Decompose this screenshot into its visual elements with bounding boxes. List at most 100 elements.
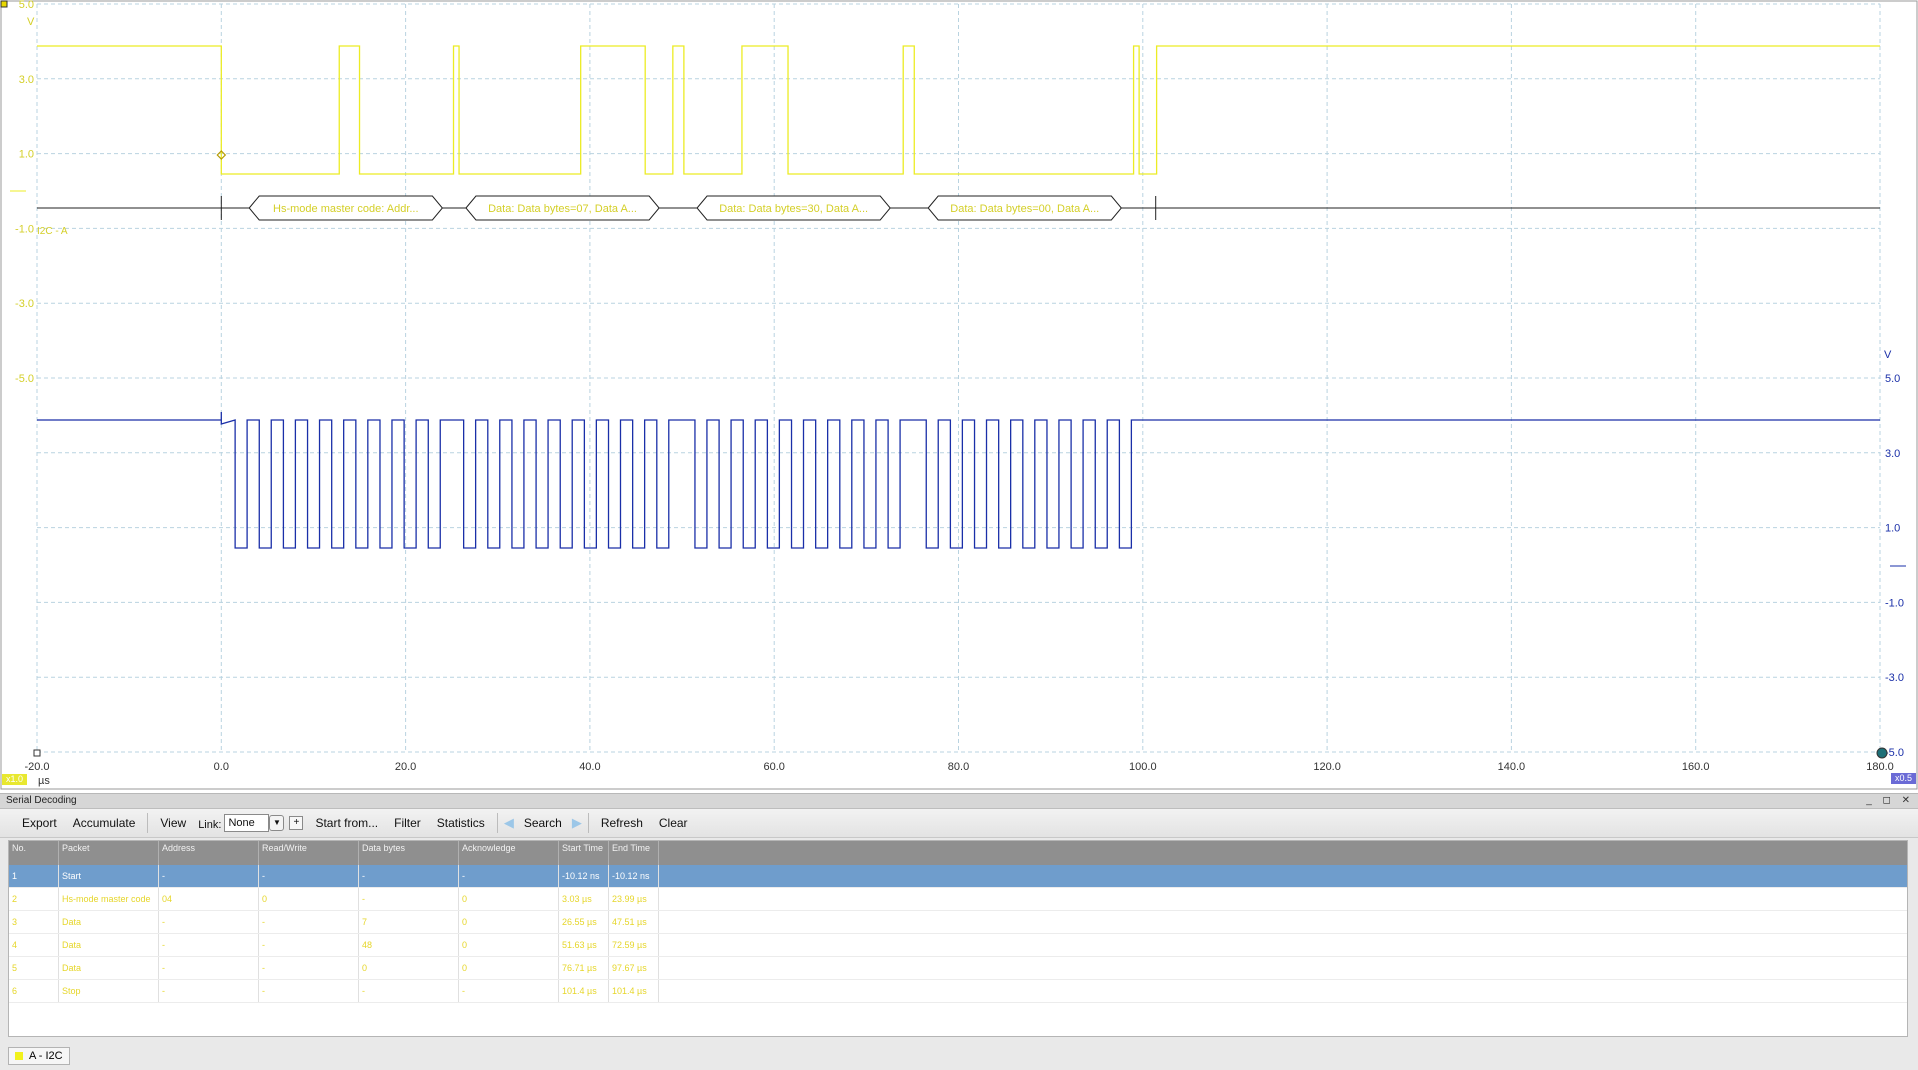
view-button[interactable]: View	[152, 816, 194, 830]
search-button[interactable]: Search	[516, 816, 570, 830]
waveform-plot[interactable]: -20.0 0.0 20.0 40.0 60.0 80.0 100.0 120.0 140.0 1…	[0, 0, 1918, 790]
link-select-value: None	[228, 817, 255, 829]
table-row[interactable]: 1 Start - - - - -10.12 ns -10.12 ns	[9, 865, 1907, 888]
channel-a-tick-label: -5.0	[15, 373, 34, 385]
table-cell: Stop	[59, 980, 159, 1002]
table-row[interactable]: 2 Hs-mode master code 04 0-0 3.03 µs 23.99 µs	[9, 888, 1907, 911]
column-header-acknowledge[interactable]: Acknowledge	[459, 841, 559, 865]
add-link-button[interactable]: +	[289, 816, 304, 830]
link-label: Link:	[198, 819, 222, 831]
decoded-packet-label: Hs-mode master code: Addr...	[273, 203, 419, 215]
tab-a-i2c[interactable]: A - I2C	[8, 1047, 70, 1065]
table-cell: 4	[9, 934, 59, 956]
table-cell: -	[259, 957, 359, 979]
table-cell: -	[159, 980, 259, 1002]
decoded-packet-label: Data: Data bytes=07, Data A...	[488, 203, 637, 215]
table-cell: 5	[9, 957, 59, 979]
channel-a-tick-label: -3.0	[15, 298, 34, 310]
table-header-row: No. Packet Address Read/Write Data bytes…	[9, 841, 1907, 865]
table-cell: -	[159, 934, 259, 956]
table-cell: 1	[9, 865, 59, 887]
statistics-button[interactable]: Statistics	[429, 816, 493, 830]
channel-color-swatch	[15, 1052, 23, 1060]
table-row[interactable]: 4 Data - -48 0 51.63 µs 72.59 µs	[9, 934, 1907, 957]
channel-b-range-chip[interactable]: x0.5	[1890, 773, 1916, 784]
channel-a-unit-label: V	[27, 16, 35, 28]
table-cell: 48	[359, 934, 459, 956]
link-select[interactable]: None ▼	[224, 814, 285, 832]
channel-a-tick-label: 5.0	[19, 0, 34, 11]
toolbar-divider	[496, 813, 498, 833]
serial-decoding-panel: Serial Decoding _ ◻ ✕ Export Accumulate …	[0, 793, 1918, 1070]
table-cell: -	[459, 980, 559, 1002]
table-cell: 3.03 µs	[559, 888, 609, 910]
accumulate-button[interactable]: Accumulate	[65, 816, 144, 830]
table-row[interactable]: 5 Data - -0 0 76.71 µs 97.67 µs	[9, 957, 1907, 980]
table-cell: 26.55 µs	[559, 911, 609, 933]
table-cell: Data	[59, 934, 159, 956]
start-from-button[interactable]: Start from...	[307, 816, 386, 830]
column-header-no[interactable]: No.	[9, 841, 59, 865]
search-next-icon[interactable]: ▶	[570, 815, 584, 831]
time-unit-label: µs	[38, 775, 50, 787]
channel-b-tick-label: -5.0	[1885, 747, 1904, 759]
column-header-start-time[interactable]: Start Time	[559, 841, 609, 865]
table-cell: 97.67 µs	[609, 957, 659, 979]
refresh-button[interactable]: Refresh	[593, 816, 651, 830]
time-tick-label: -20.0	[24, 761, 49, 773]
decoder-tabs: A - I2C	[8, 1047, 70, 1065]
table-cell: 0	[459, 934, 559, 956]
table-row[interactable]: 3 Data - -7 0 26.55 µs 47.51 µs	[9, 911, 1907, 934]
table-cell: -	[359, 865, 459, 887]
channel-b-tick-label: 3.0	[1885, 448, 1900, 460]
table-cell: 7	[359, 911, 459, 933]
decoding-toolbar: Export Accumulate View Link: None ▼ + St…	[0, 809, 1918, 838]
table-cell: 0	[459, 888, 559, 910]
table-cell: 101.4 µs	[609, 980, 659, 1002]
panel-title: Serial Decoding	[6, 795, 77, 806]
table-cell: 23.99 µs	[609, 888, 659, 910]
channel-b-marker	[1876, 747, 1888, 759]
table-cell: 0	[459, 911, 559, 933]
table-cell: -	[259, 865, 359, 887]
channel-a-tick-label: 3.0	[19, 74, 34, 86]
time-tick-label: 180.0	[1866, 761, 1894, 773]
channel-a-tick-label: 1.0	[19, 149, 34, 161]
table-cell: -	[359, 980, 459, 1002]
table-body: 1 Start - - - - -10.12 ns -10.12 ns 2 Hs-mode mas…	[9, 865, 1907, 1003]
decoding-table: No. Packet Address Read/Write Data bytes…	[8, 840, 1908, 1037]
panel-window-controls[interactable]: _ ◻ ✕	[1866, 794, 1914, 808]
table-row[interactable]: 6 Stop - - - -101.4 µs 101.4 µs	[9, 980, 1907, 1003]
table-cell: 101.4 µs	[559, 980, 609, 1002]
export-button[interactable]: Export	[14, 816, 65, 830]
table-cell: 0	[459, 957, 559, 979]
table-cell: Start	[59, 865, 159, 887]
time-tick-label: 80.0	[948, 761, 969, 773]
column-header-packet[interactable]: Packet	[59, 841, 159, 865]
tab-label: A - I2C	[29, 1050, 63, 1062]
chevron-down-icon[interactable]: ▼	[269, 815, 285, 831]
column-header-end-time[interactable]: End Time	[609, 841, 659, 865]
time-tick-label: 100.0	[1129, 761, 1157, 773]
channel-b-tick-label: 1.0	[1885, 523, 1900, 535]
column-header-read-write[interactable]: Read/Write	[259, 841, 359, 865]
table-cell: -10.12 ns	[559, 865, 609, 887]
table-cell: 6	[9, 980, 59, 1002]
time-tick-label: 60.0	[763, 761, 784, 773]
column-header-data-bytes[interactable]: Data bytes	[359, 841, 459, 865]
channel-b-tick-label: 5.0	[1885, 373, 1900, 385]
time-tick-label: 140.0	[1498, 761, 1526, 773]
search-previous-icon[interactable]: ◀	[502, 815, 516, 831]
table-cell: Data	[59, 911, 159, 933]
oscilloscope-view[interactable]: -20.0 0.0 20.0 40.0 60.0 80.0 100.0 120.0 140.0 1…	[0, 0, 1918, 790]
clear-button[interactable]: Clear	[651, 816, 696, 830]
table-cell: -	[259, 980, 359, 1002]
filter-button[interactable]: Filter	[386, 816, 429, 830]
decode-channel-label: I2C - A	[37, 226, 68, 237]
panel-title-bar: Serial Decoding _ ◻ ✕	[0, 794, 1918, 809]
table-cell: 0	[359, 957, 459, 979]
table-cell: 0	[259, 888, 359, 910]
channel-a-range-chip[interactable]: x1.0	[2, 774, 28, 785]
time-tick-label: 0.0	[214, 761, 229, 773]
column-header-address[interactable]: Address	[159, 841, 259, 865]
